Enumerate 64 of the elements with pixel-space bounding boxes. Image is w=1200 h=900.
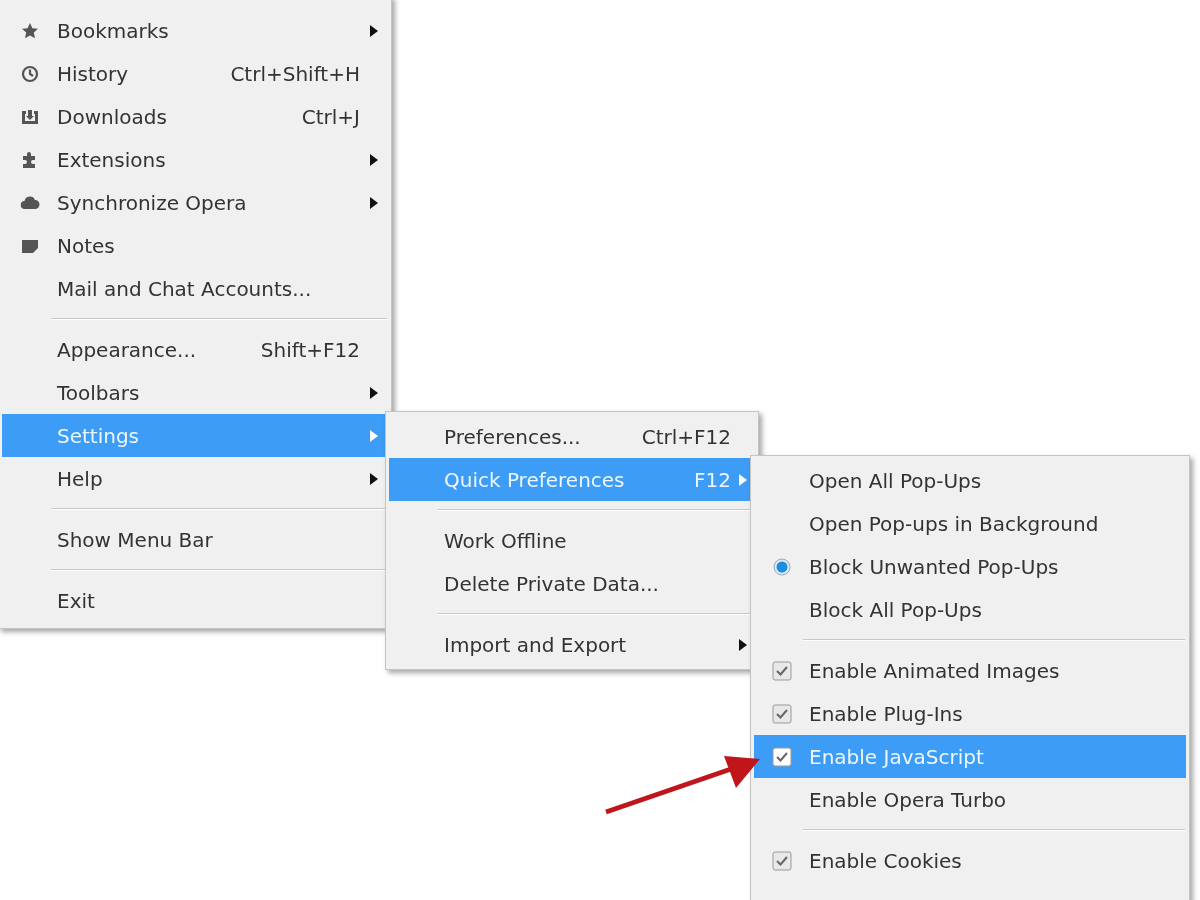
cloud-icon (19, 195, 40, 210)
menu-item[interactable]: Block All Pop-Ups (754, 588, 1186, 631)
menu-item-label: Enable Plug-Ins (809, 701, 964, 726)
menu-item[interactable]: Enable Plug-Ins (754, 692, 1186, 735)
menu-item[interactable]: Notes (2, 224, 388, 267)
menu-item-label: Mail and Chat Accounts... (57, 276, 313, 301)
shortcut-label: F12 (694, 467, 731, 492)
checkbox[interactable] (771, 660, 792, 681)
checkbox[interactable] (771, 746, 792, 767)
menu-item[interactable]: Exit (2, 579, 388, 622)
menu-item-label: Exit (57, 588, 96, 613)
shortcut-label: Ctrl+Shift+H (230, 61, 360, 86)
shortcut-label: Ctrl+F12 (641, 424, 731, 449)
menu-item-label: Enable Cookies (809, 848, 963, 873)
menu-item[interactable]: Enable Opera Turbo (754, 778, 1186, 821)
menu-item-label: Open Pop-ups in Background (809, 511, 1100, 536)
menu-item-label: Enable JavaScript (809, 744, 985, 769)
menu-item[interactable]: Appearance... Shift+F12 (2, 328, 388, 371)
menu-item-label: Downloads (57, 104, 168, 129)
menu-item[interactable]: Open Pop-ups in Background (754, 502, 1186, 545)
menu-item-label: Enable Opera Turbo (809, 787, 1008, 812)
menu-item[interactable]: Show Menu Bar (2, 518, 388, 561)
menu-item-label: Work Offline (444, 528, 568, 553)
menu-item[interactable]: Synchronize Opera (2, 181, 388, 224)
radio-button[interactable] (772, 557, 791, 576)
menu-item-label: Extensions (57, 147, 167, 172)
menu-item-label: Settings (57, 423, 141, 448)
menu-item[interactable]: Enable Animated Images (754, 649, 1186, 692)
download-icon (20, 108, 39, 125)
shortcut-label: Ctrl+J (301, 104, 360, 129)
menu-item[interactable]: Downloads Ctrl+J (2, 95, 388, 138)
menu-item-label: Bookmarks (57, 18, 170, 43)
clock-icon (20, 64, 39, 83)
menu-item[interactable]: Block Unwanted Pop-Ups (754, 545, 1186, 588)
menu-item-label: Help (57, 466, 104, 491)
menu-item[interactable]: Enable Cookies (754, 839, 1186, 882)
menu-item-label: Delete Private Data... (444, 571, 660, 596)
menu-item[interactable]: Mail and Chat Accounts... (2, 267, 388, 310)
menu-item-label: History (57, 61, 130, 86)
menu-item-label: Enable Animated Images (809, 658, 1061, 683)
menu-item[interactable]: Help (2, 457, 388, 500)
menu-item-label: Quick Preferences (444, 467, 626, 492)
menu-item-label: Preferences... (444, 424, 582, 449)
menu-item-label: Block Unwanted Pop-Ups (809, 554, 1060, 579)
menu-item[interactable]: Bookmarks (2, 9, 388, 52)
menu-item-label: Notes (57, 233, 116, 258)
menu-item-label: Toolbars (57, 380, 141, 405)
checkbox[interactable] (771, 850, 792, 871)
shortcut-label: Shift+F12 (260, 337, 360, 362)
menu-item-label: Show Menu Bar (57, 527, 214, 552)
star-icon (20, 21, 39, 40)
menu-item[interactable]: Extensions (2, 138, 388, 181)
menu-item-label: Appearance... (57, 337, 198, 362)
note-icon (20, 237, 39, 254)
menu-item[interactable]: Preferences... Ctrl+F12 (389, 415, 755, 458)
menu-item[interactable]: History Ctrl+Shift+H (2, 52, 388, 95)
menu-item-label: Import and Export (444, 632, 628, 657)
menu-item[interactable]: Open All Pop-Ups (754, 459, 1186, 502)
menu-item-label: Synchronize Opera (57, 190, 248, 215)
menu-item-label: Open All Pop-Ups (809, 468, 983, 493)
checkbox[interactable] (771, 703, 792, 724)
menu-item-label: Block All Pop-Ups (809, 597, 983, 622)
menu-item[interactable]: Toolbars (2, 371, 388, 414)
menu-item[interactable]: Import and Export (389, 623, 755, 666)
